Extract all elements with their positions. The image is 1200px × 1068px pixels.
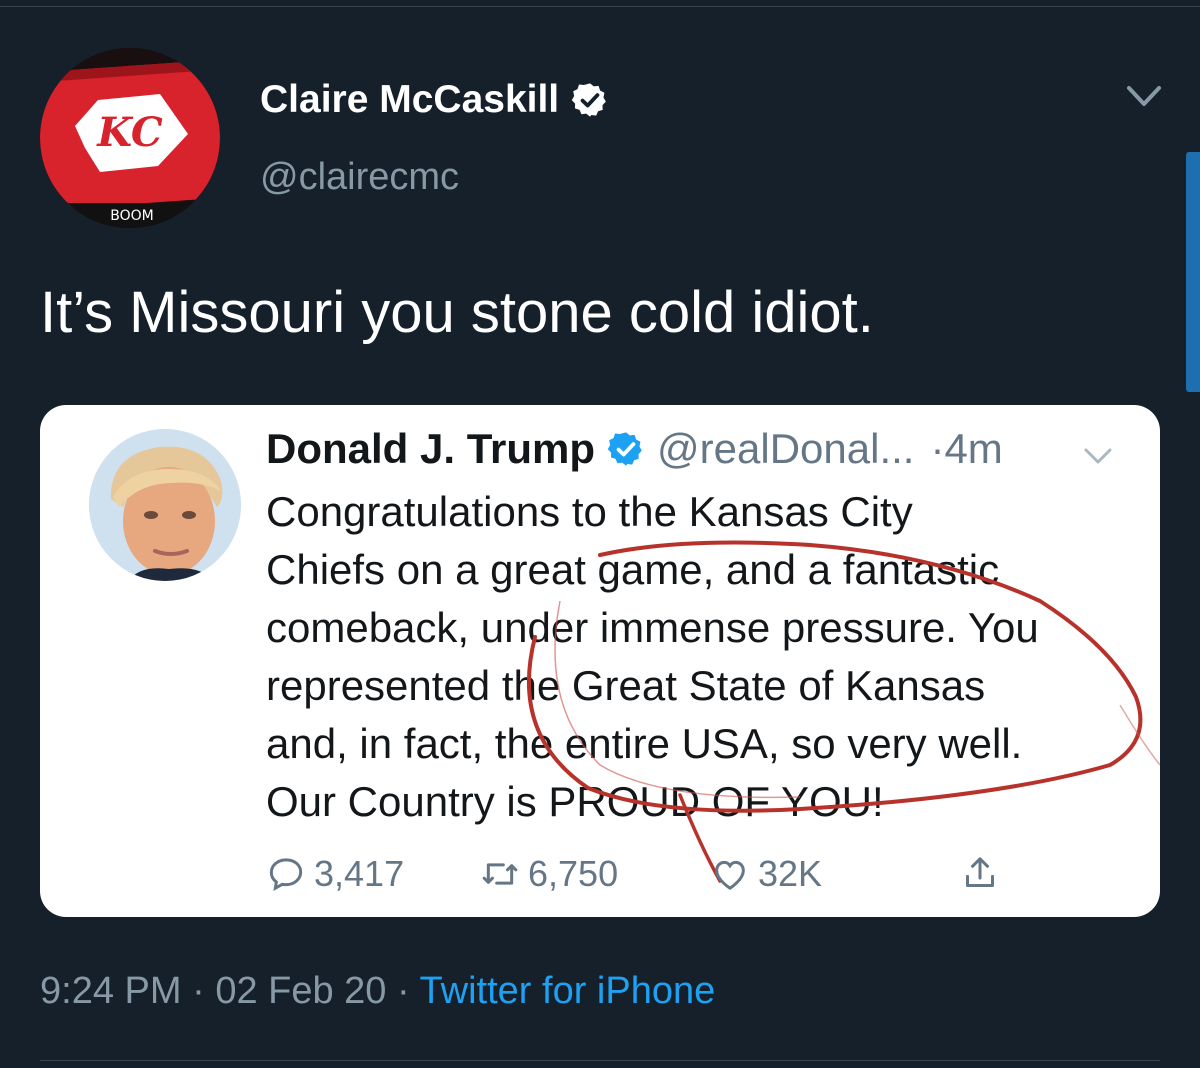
- chevron-down-icon: [1084, 448, 1112, 464]
- quoted-text-line: comeback, under immense pressure. You: [266, 604, 1039, 651]
- author-name[interactable]: Claire McCaskill: [260, 78, 559, 122]
- like-action: 32K: [710, 853, 822, 895]
- meta-separator: ·: [192, 970, 205, 1012]
- author-handle[interactable]: @clairecmc: [260, 156, 459, 199]
- verified-badge-icon: [607, 432, 642, 466]
- tweet-date[interactable]: 02 Feb 20: [215, 970, 386, 1012]
- quoted-text-line: represented the Great State of Kansas: [266, 662, 986, 709]
- quoted-author-name: Donald J. Trump: [266, 425, 596, 472]
- quoted-timestamp: ·4m: [930, 425, 1003, 472]
- tweet-meta: 9:24 PM · 02 Feb 20 · Twitter for iPhone: [40, 970, 715, 1013]
- quoted-action-bar: 3,417 6,750 32K: [266, 853, 1046, 897]
- quoted-text-line: Congratulations to the Kansas City: [266, 488, 913, 535]
- tweet-time[interactable]: 9:24 PM: [40, 970, 182, 1012]
- chevron-down-icon[interactable]: [1124, 80, 1164, 114]
- avatar-badge-text: BOOM: [110, 208, 153, 224]
- meta-separator: ·: [397, 970, 410, 1012]
- quoted-avatar: [89, 429, 241, 581]
- quoted-text-line: Chiefs on a great game, and a fantastic: [266, 546, 1000, 593]
- quoted-text-line: and, in fact, the entire USA, so very we…: [266, 720, 1023, 767]
- verified-badge-icon: [571, 83, 606, 117]
- reply-icon: [269, 858, 303, 891]
- scrollbar[interactable]: [1186, 152, 1200, 392]
- quoted-tweet-card[interactable]: Donald J. Trump @realDonal... ·4m Congra…: [40, 405, 1160, 917]
- portrait-image: [89, 429, 241, 581]
- avatar[interactable]: KC BOOM: [40, 48, 220, 228]
- top-divider: [0, 6, 1200, 7]
- tweet-text: It’s Missouri you stone cold idiot.: [40, 280, 874, 345]
- chiefs-logo-icon: KC BOOM: [40, 48, 220, 228]
- quoted-text-line: Our Country is PROUD OF YOU!: [266, 778, 884, 825]
- like-count: 32K: [758, 853, 823, 894]
- bottom-divider: [40, 1060, 1160, 1061]
- reply-count: 3,417: [314, 853, 405, 894]
- retweet-action: 6,750: [480, 853, 618, 895]
- heart-icon: [715, 860, 745, 890]
- share-icon: [966, 857, 994, 887]
- author-name-row[interactable]: Claire McCaskill: [260, 78, 609, 122]
- avatar-logo-text: KC: [96, 109, 163, 156]
- reply-action: 3,417: [266, 853, 404, 895]
- quoted-author-handle: @realDonal...: [657, 425, 915, 472]
- tweet-source-link[interactable]: Twitter for iPhone: [420, 970, 716, 1012]
- share-action: [960, 853, 1000, 893]
- retweet-count: 6,750: [528, 853, 619, 894]
- quoted-tweet-text: Congratulations to the Kansas City Chief…: [266, 483, 1039, 831]
- retweet-icon: [482, 863, 518, 885]
- quoted-header: Donald J. Trump @realDonal... ·4m: [266, 425, 1003, 473]
